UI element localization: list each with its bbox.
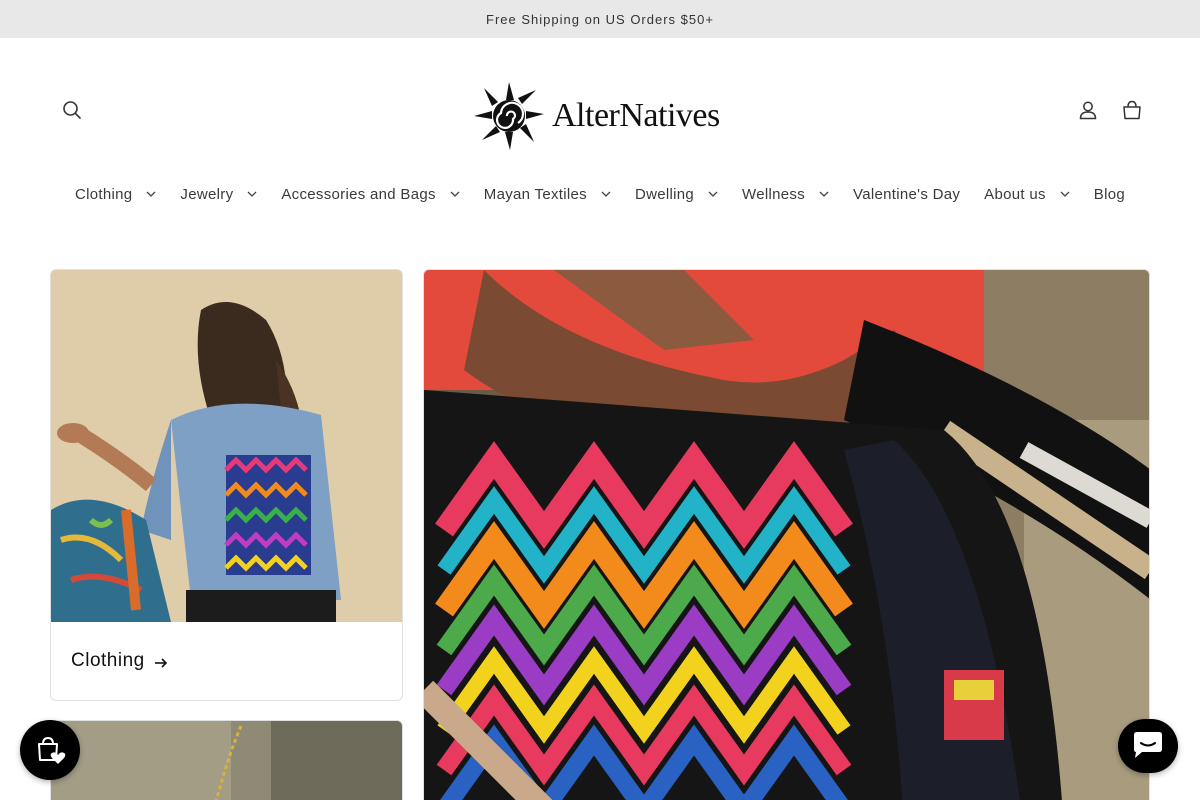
nav-item-mayan-textiles[interactable]: Mayan Textiles (472, 172, 623, 216)
sun-spiral-logo-icon (474, 82, 544, 150)
nav-item-label: Clothing (74, 185, 133, 203)
nav-item-label: Jewelry (180, 185, 234, 203)
nav-item-label: Mayan Textiles (483, 185, 587, 203)
cart-button[interactable] (1110, 88, 1154, 132)
announcement-text: Free Shipping on US Orders $50+ (486, 11, 714, 27)
collection-image-jewelry (51, 721, 402, 800)
account-icon (1079, 101, 1097, 120)
nav-item-label: Dwelling (634, 185, 695, 203)
main-navigation: Clothing Jewelry Accessories and Bags Mayan… (0, 172, 1200, 216)
chevron-down-icon (708, 189, 718, 199)
search-button[interactable] (50, 88, 94, 132)
chevron-down-icon (146, 189, 156, 199)
nav-item-valentine-s-day[interactable]: Valentine's Day (841, 172, 972, 216)
chevron-down-icon (247, 189, 257, 199)
search-icon (63, 101, 82, 120)
nav-item-blog[interactable]: Blog (1082, 172, 1137, 216)
brand-name: AlterNatives (552, 97, 720, 134)
site-header: AlterNatives (0, 38, 1200, 182)
arrow-right-icon (154, 657, 167, 668)
nav-item-dwelling[interactable]: Dwelling (623, 172, 730, 216)
brand-logo[interactable]: AlterNatives (470, 76, 730, 156)
chat-icon (1134, 732, 1162, 758)
chevron-down-icon (601, 189, 611, 199)
nav-item-label: Accessories and Bags (281, 185, 436, 203)
chat-button[interactable] (1118, 719, 1178, 773)
collection-card-jewelry[interactable] (50, 720, 403, 800)
wishlist-button[interactable] (20, 720, 80, 780)
nav-item-label: Valentine's Day (853, 185, 961, 203)
nav-item-label: About us (984, 185, 1046, 203)
nav-item-accessories-and-bags[interactable]: Accessories and Bags (269, 172, 471, 216)
collection-image-featured (424, 270, 1149, 800)
chevron-down-icon (1060, 189, 1070, 199)
collection-image-clothing (51, 270, 402, 622)
shopping-bag-heart-icon (38, 736, 66, 764)
cart-icon (1123, 100, 1141, 120)
nav-item-clothing[interactable]: Clothing (63, 172, 168, 216)
chevron-down-icon (819, 189, 829, 199)
nav-item-label: Blog (1093, 185, 1126, 203)
nav-item-jewelry[interactable]: Jewelry (168, 172, 269, 216)
account-button[interactable] (1066, 88, 1110, 132)
nav-item-wellness[interactable]: Wellness (730, 172, 841, 216)
collection-card-featured[interactable] (423, 269, 1150, 800)
announcement-bar: Free Shipping on US Orders $50+ (0, 0, 1200, 38)
chevron-down-icon (450, 189, 460, 199)
collection-link-clothing[interactable]: Clothing (71, 650, 169, 672)
nav-item-about-us[interactable]: About us (972, 172, 1082, 216)
collection-card-clothing[interactable]: Clothing (50, 269, 403, 701)
collection-title: Clothing (71, 650, 145, 671)
nav-item-label: Wellness (742, 185, 806, 203)
